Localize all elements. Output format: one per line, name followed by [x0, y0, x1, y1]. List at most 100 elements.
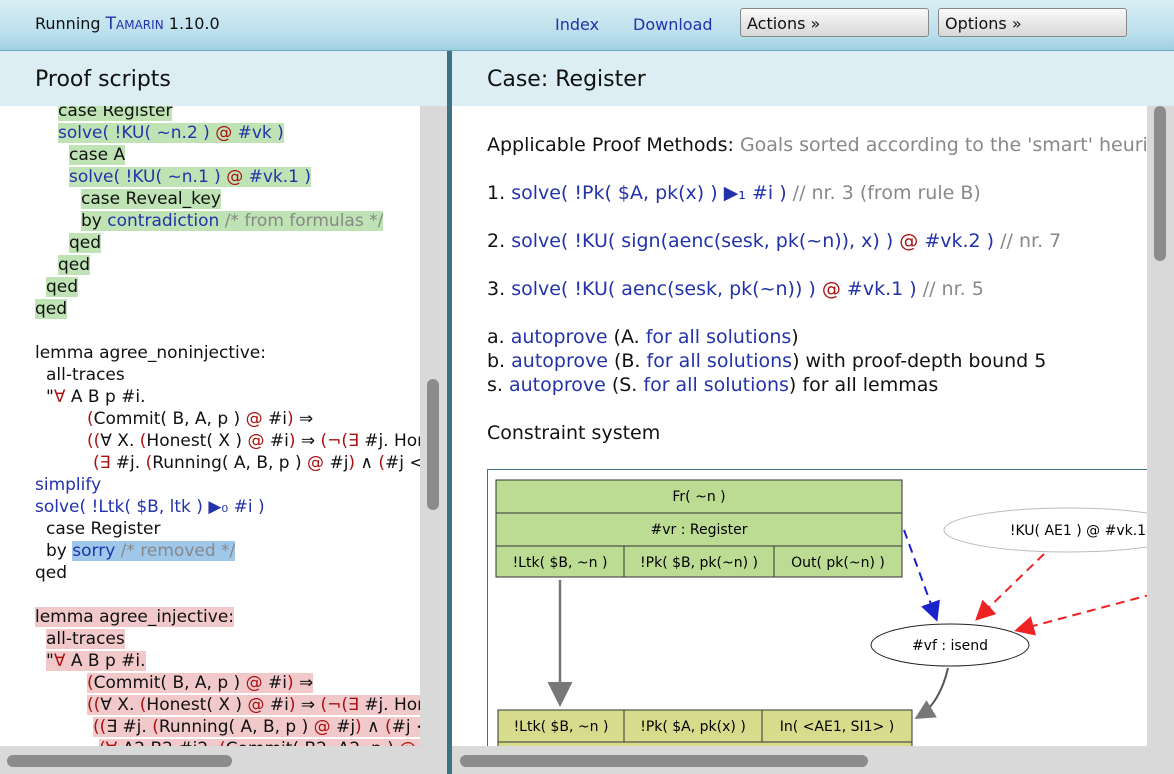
proof-text: #j. Honest( X ) @ #j)	[364, 695, 420, 715]
proof-step-link[interactable]: contradiction	[107, 211, 219, 231]
proof-text: #i	[262, 673, 287, 693]
proof-text: all-traces	[46, 629, 125, 649]
right-horizontal-scroll-thumb[interactable]	[460, 755, 868, 767]
proof-line: (Commit( B, A, p ) @ #i) ⇒	[87, 672, 314, 694]
proof-text: qed	[69, 233, 102, 253]
proof-methods-note: Goals sorted according to the 'smart' he…	[739, 134, 1147, 156]
left-horizontal-scroll-thumb[interactable]	[7, 755, 232, 767]
proof-text: Running( A, B, p )	[152, 453, 308, 473]
download-link[interactable]: Download	[633, 15, 713, 34]
vf-node[interactable]: #vf : isend	[870, 623, 1030, 667]
right-vertical-scroll-thumb[interactable]	[1154, 106, 1166, 261]
goal-number: 1.	[487, 182, 506, 204]
proof-line: all-traces	[46, 364, 125, 386]
left-horizontal-scrollbar[interactable]	[0, 746, 447, 774]
goal-item: 2. solve( !KU( sign(aenc(sesk, pk(~n)), …	[487, 229, 1061, 253]
proof-text: (	[152, 717, 159, 737]
proof-text: (	[87, 673, 94, 693]
proof-text: ((	[87, 431, 101, 451]
goal-solve-link[interactable]: solve( !KU( aenc(sesk, pk(~n)) )	[511, 278, 822, 300]
right-vertical-scrollbar[interactable]	[1147, 106, 1174, 746]
proof-text: case Reveal_key	[81, 189, 221, 209]
proof-line: case Register	[46, 518, 160, 540]
proof-text: )	[286, 673, 294, 693]
ku-node[interactable]: !KU( AE1 ) @ #vk.1	[943, 507, 1147, 553]
app-name: Tamarin	[105, 14, 164, 34]
goal-solve-link[interactable]: solve( !KU( sign(aenc(sesk, pk(~n)), x) …	[511, 230, 899, 252]
proof-line: ((∀ X. (Honest( X ) @ #i) ⇒ (¬(∃ #j. Hon…	[87, 430, 420, 452]
index-link[interactable]: Index	[555, 15, 599, 34]
proof-text: Running( A, B, p )	[158, 717, 314, 737]
all-solutions-link[interactable]: for all solutions	[646, 326, 792, 348]
proof-text: Honest( X )	[146, 431, 248, 451]
goal-solve-link[interactable]: solve( !Pk( $A, pk(x) ) ▶₁ #i )	[511, 182, 786, 204]
proof-line: by contradiction /* from formulas */	[81, 210, 384, 232]
right-horizontal-scrollbar[interactable]	[452, 746, 1174, 774]
proof-text: ∀ X.	[100, 695, 140, 715]
autoprove-item: b. autoprove (B. for all solutions) with…	[487, 349, 1046, 373]
proof-text: @	[313, 717, 331, 737]
proof-step-link[interactable]: solve( !KU( ~n.1 )	[69, 167, 226, 187]
proof-scripts-header: Proof scripts	[0, 51, 447, 106]
autoprove-link[interactable]: autoprove	[511, 350, 608, 372]
proof-text: (	[219, 739, 226, 746]
autoprove-link[interactable]: autoprove	[511, 326, 608, 348]
proof-step-link[interactable]: simplify	[35, 475, 101, 495]
all-solutions-link[interactable]: for all solutions	[643, 374, 789, 396]
proof-text: ∀	[53, 651, 66, 671]
proof-line: solve( !KU( ~n.2 ) @ #vk )	[58, 122, 284, 144]
rule2-in-2: In( <AE1, SI1> )	[780, 719, 894, 735]
proof-text: ((	[87, 695, 101, 715]
proof-text: ((	[93, 717, 107, 737]
proof-text: qed	[46, 277, 79, 297]
proof-text: ⇒	[295, 695, 321, 715]
proof-step-link[interactable]: #vk.1 )	[243, 167, 311, 187]
rule2-in-1: !Pk( $A, pk(x) )	[640, 719, 746, 735]
edge-ku-vf	[975, 553, 1045, 621]
proof-text: ⇒	[295, 431, 321, 451]
actions-menu-button[interactable]: Actions »	[740, 8, 929, 37]
proof-step-link[interactable]: sorry	[72, 541, 116, 561]
proof-line: (∃ #j. (Running( A, B, p ) @ #j) ∧ (#j <…	[93, 452, 420, 474]
edge-vf-in	[914, 667, 949, 720]
goal-solve-link[interactable]: #vk.2 )	[918, 230, 994, 252]
proof-text: @	[245, 673, 263, 693]
proof-step-link[interactable]: #vk )	[232, 123, 284, 143]
proof-methods-label: Applicable Proof Methods:	[487, 134, 734, 156]
proof-line: solve( !KU( ~n.1 ) @ #vk.1 )	[69, 166, 312, 188]
proof-text: agree_noninjective:	[99, 343, 266, 363]
all-solutions-link[interactable]: for all solutions	[647, 350, 793, 372]
proof-line: qed	[35, 562, 67, 584]
options-menu-button[interactable]: Options »	[938, 8, 1127, 37]
proof-step-link[interactable]: solve( !KU( ~n.2 )	[58, 123, 215, 143]
app-title: Running Tamarin 1.10.0	[35, 14, 220, 34]
proof-text: #j	[330, 717, 356, 737]
proof-text: "	[46, 651, 54, 671]
proof-line: ((∀ X. (Honest( X ) @ #i) ⇒ (¬(∃ #j. Hon…	[87, 694, 420, 716]
proof-line: qed	[35, 298, 68, 320]
goal-solve-link[interactable]: #vk.1 )	[841, 278, 917, 300]
autoprove-tail: )	[791, 326, 799, 348]
goal-solve-link[interactable]: @	[899, 230, 918, 252]
proof-text: qed	[35, 563, 68, 583]
proof-text: lemma	[35, 343, 100, 363]
proof-text: qed	[58, 255, 91, 275]
rule1-out-2: Out( pk(~n) )	[791, 555, 885, 571]
proof-text: ⇒	[293, 673, 314, 693]
goal-solve-link[interactable]: @	[822, 278, 841, 300]
autoprove-key: a.	[487, 326, 505, 348]
left-vertical-scroll-thumb[interactable]	[427, 379, 439, 510]
proof-step-link[interactable]: solve( !Ltk( $B, ltk ) ▶₀ #i )	[35, 497, 265, 517]
ku-node-label: !KU( AE1 ) @ #vk.1	[1010, 523, 1146, 539]
rule-node-isend[interactable]: !Ltk( $B, ~n ) !Pk( $A, pk(x) ) In( <AE1…	[497, 709, 913, 746]
proof-text: ∀	[53, 387, 66, 407]
proof-text: ∧	[355, 453, 379, 473]
proof-text: Register	[102, 106, 173, 121]
vf-node-label: #vf : isend	[912, 638, 988, 654]
rule-node-register[interactable]: Fr( ~n ) #vr : Register !Ltk( $B, ~n ) !…	[495, 479, 903, 578]
left-vertical-scrollbar[interactable]	[420, 106, 447, 746]
proof-text: (	[87, 409, 94, 429]
autoprove-link[interactable]: autoprove	[509, 374, 606, 396]
proof-text: qed	[35, 299, 68, 319]
case-content: Applicable Proof Methods: Goals sorted a…	[452, 106, 1147, 746]
